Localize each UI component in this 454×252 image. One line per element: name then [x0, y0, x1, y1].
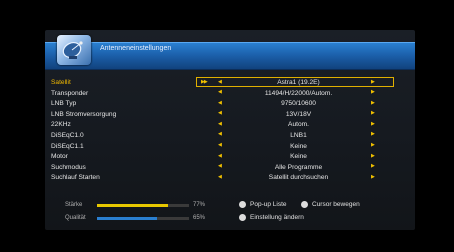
- arrow-left-icon[interactable]: ◀: [218, 79, 222, 85]
- setting-label: Motor: [51, 153, 68, 161]
- setting-row-diseqc10[interactable]: DiSEqC1.0 ◀ LNB1 ▶: [51, 131, 411, 142]
- setting-label: Suchmodus: [51, 163, 86, 171]
- arrows-button-icon: [239, 214, 246, 221]
- setting-row-22khz[interactable]: 22KHz ◀ Autom. ▶: [51, 120, 411, 131]
- setting-row-start-scan[interactable]: Suchlauf Starten ◀ Satellit durchsuchen …: [51, 173, 411, 184]
- setting-row-diseqc11[interactable]: DiSEqC1.1 ◀ Keine ▶: [51, 142, 411, 153]
- arrow-left-icon[interactable]: ◀: [218, 100, 222, 106]
- setting-value: 11494/H/22000/Autom.: [264, 89, 333, 97]
- setting-row-transponder[interactable]: Transponder ◀ 11494/H/22000/Autom. ▶: [51, 89, 411, 100]
- setting-row-motor[interactable]: Motor ◀ Keine ▶: [51, 152, 411, 163]
- strength-label: Stärke: [65, 202, 83, 208]
- setting-value: Autom.: [288, 121, 309, 129]
- setting-label: DiSEqC1.0: [51, 131, 84, 139]
- arrow-right-icon[interactable]: ▶: [371, 163, 375, 169]
- setting-label: 22KHz: [51, 121, 71, 129]
- arrow-left-icon[interactable]: ◀: [218, 110, 222, 116]
- quality-percent: 65%: [193, 215, 206, 221]
- setting-row-search-mode[interactable]: Suchmodus ◀ Alle Programme ▶: [51, 163, 411, 174]
- setting-label: Satellit: [51, 79, 71, 86]
- strength-percent: 77%: [193, 202, 206, 208]
- quality-bar: [97, 217, 157, 220]
- setting-value: Astra1 (19.2E): [277, 79, 320, 86]
- arrow-left-icon[interactable]: ◀: [218, 142, 222, 148]
- setting-value: LNB1: [290, 131, 307, 139]
- arrow-left-icon[interactable]: ◀: [218, 131, 222, 137]
- setting-label: LNB Typ: [51, 100, 77, 108]
- cursor-button-icon: [301, 201, 308, 208]
- double-arrow-icon: ▶▶: [201, 78, 208, 85]
- settings-panel: Antenneneinstellungen Satellit ▶▶ ◀ Astr…: [45, 30, 415, 230]
- setting-value: Alle Programme: [274, 163, 323, 171]
- satellite-dish-icon: [57, 35, 91, 65]
- setting-value: Keine: [290, 153, 307, 161]
- arrow-left-icon[interactable]: ◀: [218, 153, 222, 159]
- setting-row-lnb-power[interactable]: LNB Stromversorgung ◀ 13V/18V ▶: [51, 110, 411, 121]
- arrow-right-icon[interactable]: ▶: [371, 121, 375, 127]
- setting-value: Satellit durchsuchen: [268, 174, 329, 182]
- arrow-left-icon[interactable]: ◀: [218, 174, 222, 180]
- settings-list: Satellit ▶▶ ◀ Astra1 (19.2E) ▶ Transpond…: [51, 77, 411, 184]
- setting-row-satellite[interactable]: Satellit ▶▶ ◀ Astra1 (19.2E) ▶: [51, 77, 411, 89]
- arrow-right-icon[interactable]: ▶: [371, 89, 375, 95]
- arrow-right-icon[interactable]: ▶: [371, 100, 375, 106]
- strength-bar: [97, 204, 168, 207]
- setting-label: Transponder: [51, 89, 89, 97]
- arrow-right-icon[interactable]: ▶: [371, 142, 375, 148]
- quality-label: Qualität: [65, 215, 86, 221]
- hint-edit: Einstellung ändern: [250, 214, 304, 221]
- setting-value: 13V/18V: [285, 110, 312, 118]
- arrow-right-icon[interactable]: ▶: [371, 79, 375, 85]
- hint-cursor: Cursor bewegen: [312, 201, 360, 208]
- arrow-left-icon[interactable]: ◀: [218, 121, 222, 127]
- setting-label: DiSEqC1.1: [51, 142, 84, 150]
- arrow-right-icon[interactable]: ▶: [371, 153, 375, 159]
- hint-popup: Pop-up Liste: [250, 201, 287, 208]
- arrow-right-icon[interactable]: ▶: [371, 174, 375, 180]
- page-title: Antenneneinstellungen: [100, 45, 172, 52]
- setting-row-lnb-type[interactable]: LNB Typ ◀ 9750/10600 ▶: [51, 99, 411, 110]
- arrow-left-icon[interactable]: ◀: [218, 163, 222, 169]
- ok-button-icon: [239, 201, 246, 208]
- setting-label: Suchlauf Starten: [51, 174, 100, 182]
- setting-value: Keine: [290, 142, 307, 150]
- setting-value: 9750/10600: [281, 100, 316, 108]
- arrow-right-icon[interactable]: ▶: [371, 110, 375, 116]
- setting-label: LNB Stromversorgung: [51, 110, 117, 118]
- tv-screen: Antenneneinstellungen Satellit ▶▶ ◀ Astr…: [0, 0, 454, 252]
- arrow-left-icon[interactable]: ◀: [218, 89, 222, 95]
- arrow-right-icon[interactable]: ▶: [371, 131, 375, 137]
